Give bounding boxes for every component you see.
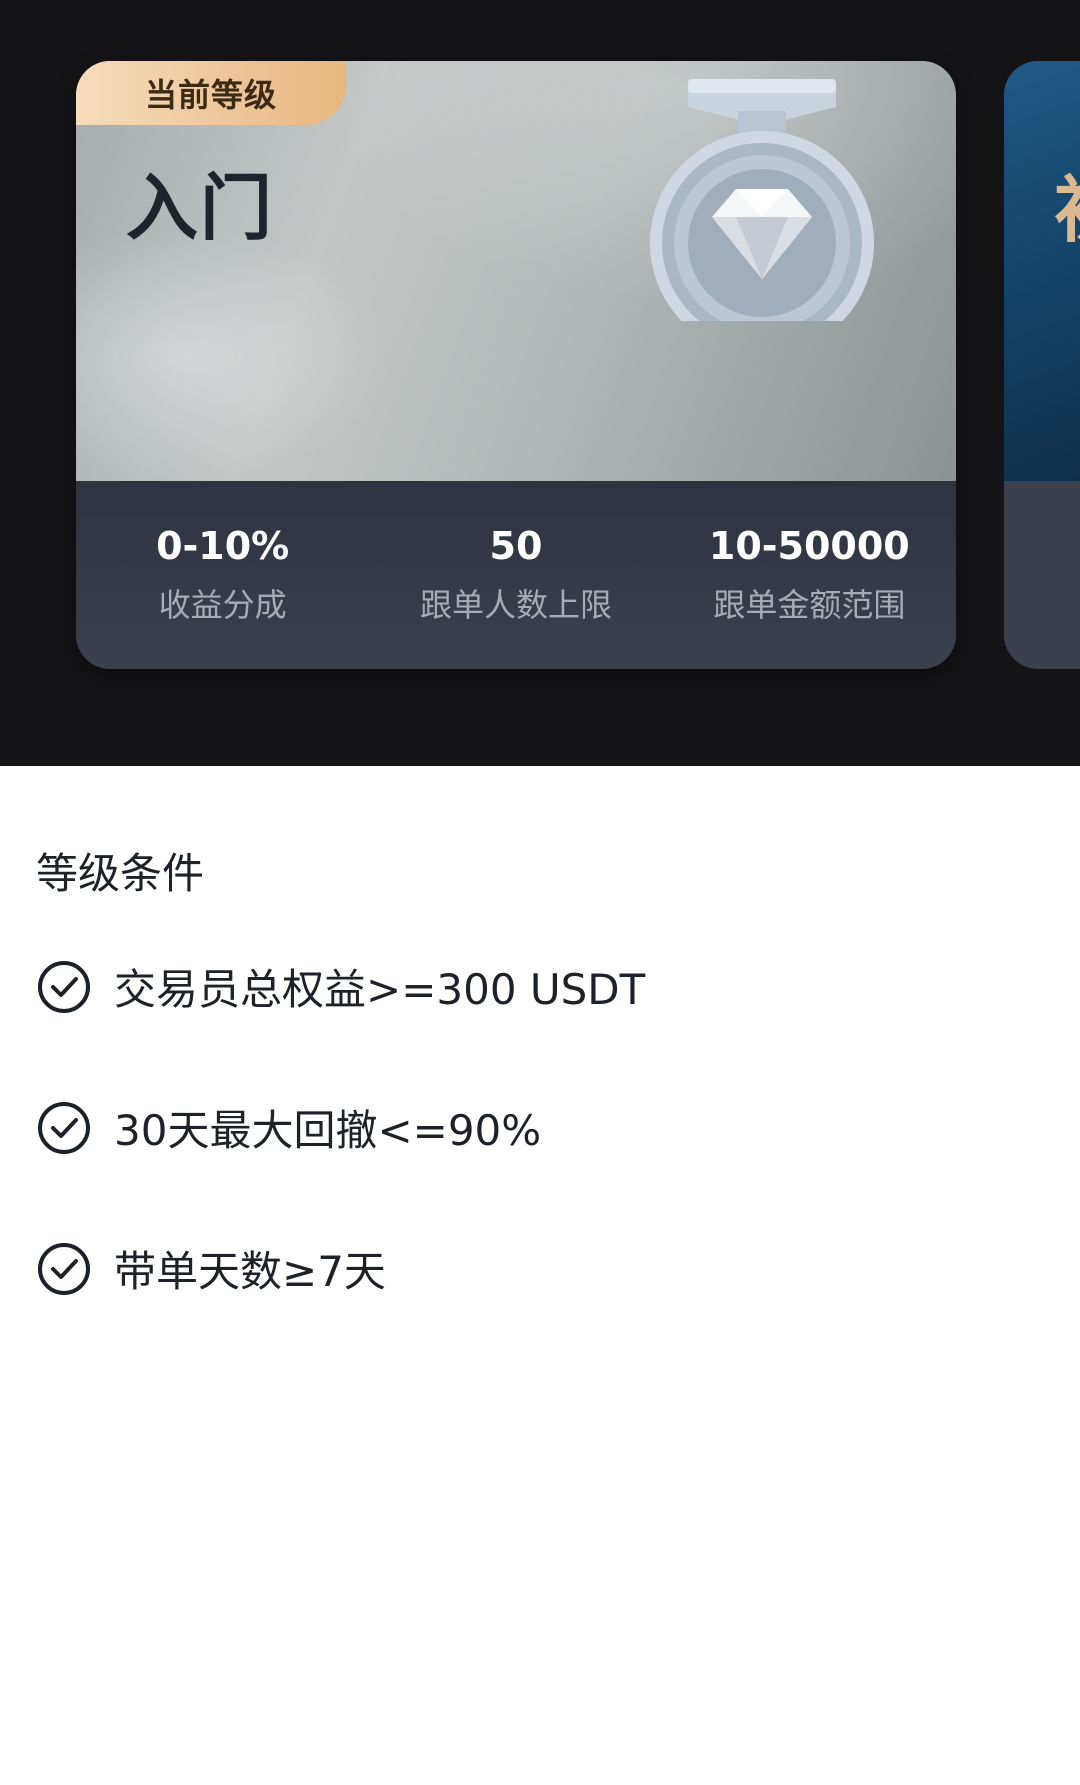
current-level-badge: 当前等级 xyxy=(76,61,346,125)
level-card-next[interactable]: 初 xyxy=(1004,61,1080,669)
diamond-medal-icon xyxy=(650,79,874,321)
condition-text: 30天最大回撤<=90% xyxy=(114,1106,542,1155)
condition-text: 带单天数≥7天 xyxy=(114,1247,386,1296)
stat-amount-range: 10-50000 跟单金额范围 xyxy=(663,524,956,626)
condition-item: 带单天数≥7天 xyxy=(36,1238,386,1299)
level-carousel[interactable]: 当前等级 入门 0-10% 收益分成 50 跟单人数上限 10-50000 跟单… xyxy=(0,0,1080,766)
check-circle-icon xyxy=(38,1242,90,1295)
conditions-title: 等级条件 xyxy=(36,849,205,898)
condition-text: 交易员总权益>=300 USDT xyxy=(114,965,646,1014)
level-card-current[interactable]: 当前等级 入门 0-10% 收益分成 50 跟单人数上限 10-50000 跟单… xyxy=(76,61,956,669)
stat-follower-limit: 50 跟单人数上限 xyxy=(369,524,662,626)
stat-label: 收益分成 xyxy=(158,586,287,624)
stat-label: 跟单人数上限 xyxy=(419,586,612,624)
stat-profit-share: 0-10% 收益分成 xyxy=(76,524,369,626)
stat-value: 10-50000 xyxy=(708,524,910,568)
page: 当前等级 入门 0-10% 收益分成 50 跟单人数上限 10-50000 跟单… xyxy=(0,0,1080,1785)
condition-item: 30天最大回撤<=90% xyxy=(36,1097,541,1158)
stat-value: 0-10% xyxy=(156,524,290,568)
check-circle-icon xyxy=(38,960,90,1013)
condition-item: 交易员总权益>=300 USDT xyxy=(36,956,645,1017)
stat-value: 50 xyxy=(489,524,543,568)
level-card-next-top xyxy=(1004,61,1080,481)
level-title: 入门 xyxy=(126,166,275,250)
check-circle-icon xyxy=(38,1101,90,1154)
next-level-title: 初 xyxy=(1054,151,1080,256)
level-stats: 0-10% 收益分成 50 跟单人数上限 10-50000 跟单金额范围 xyxy=(76,481,956,669)
stat-label: 跟单金额范围 xyxy=(713,586,906,624)
